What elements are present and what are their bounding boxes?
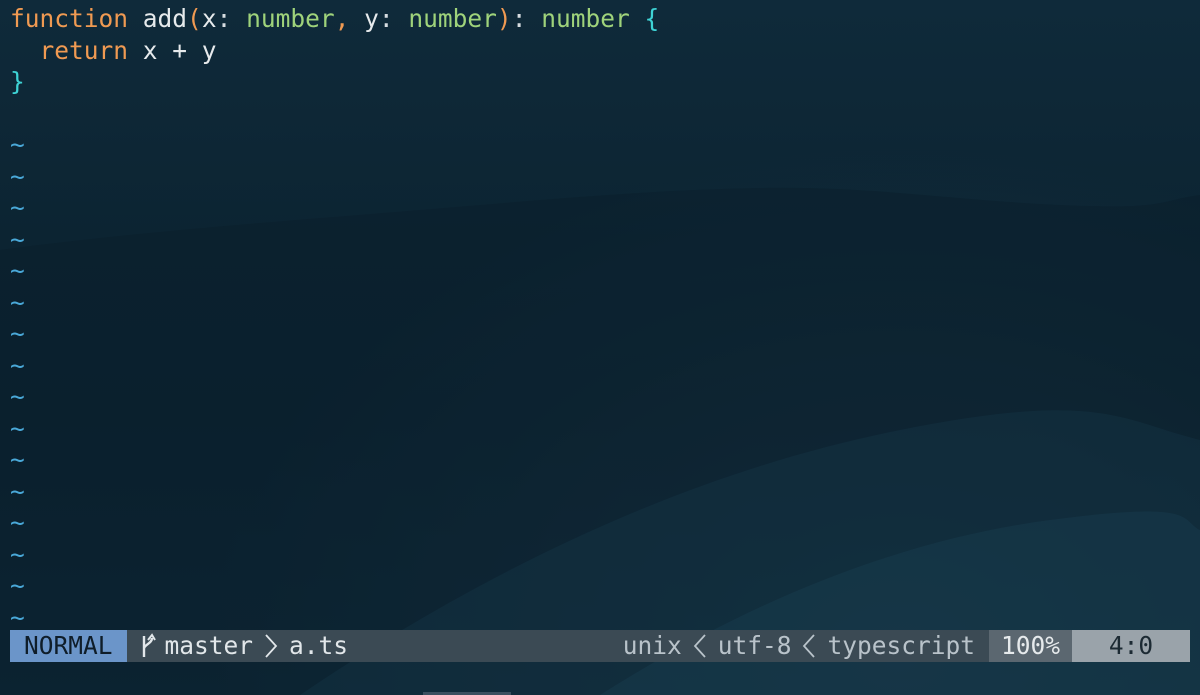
- code-token: ,: [334, 4, 365, 33]
- empty-line-tilde: ~: [10, 539, 25, 569]
- terminal-window: function add(x: number, y: number): numb…: [0, 0, 1200, 695]
- empty-line-tilde: ~: [10, 350, 25, 380]
- code-token: add: [142, 4, 188, 33]
- code-line[interactable]: function add(x: number, y: number): numb…: [10, 3, 1190, 35]
- empty-line-tilde: ~: [10, 571, 25, 600]
- empty-line-tilde: ~: [10, 130, 25, 159]
- code-token: }: [10, 67, 25, 96]
- empty-line-tilde: ~: [10, 193, 25, 222]
- empty-line-tilde: ~: [10, 602, 25, 632]
- file-type: typescript: [827, 631, 975, 660]
- file-name: a.ts: [289, 631, 349, 660]
- mode-indicator: NORMAL: [10, 630, 127, 662]
- statusline: NORMAL master a.ts unix utf-8 typescript: [10, 630, 1190, 662]
- file-encoding: utf-8: [717, 631, 792, 660]
- chevron-left-icon: [693, 634, 706, 658]
- code-token: function: [10, 4, 129, 33]
- branch-section: master a.ts: [127, 630, 349, 662]
- scroll-percent: 100%: [988, 630, 1072, 662]
- empty-line-tilde: ~: [10, 224, 25, 254]
- empty-line-tilde: ~: [10, 445, 25, 474]
- code-token: (: [187, 4, 202, 33]
- cursor-position: 4:0: [1072, 630, 1190, 662]
- git-branch-icon: [142, 633, 156, 657]
- empty-line-tilde: ~: [10, 413, 25, 443]
- empty-line-tilde: ~: [10, 508, 25, 537]
- code-token: ): [496, 4, 512, 33]
- code-token: x: [201, 4, 217, 33]
- code-token: number: [246, 4, 335, 33]
- code-token: :: [216, 4, 247, 33]
- file-format: unix: [622, 631, 682, 660]
- code-line[interactable]: return x + y: [10, 35, 1190, 67]
- code-token: number: [408, 4, 497, 33]
- code-token: y: [364, 4, 379, 33]
- code-token: number: [541, 4, 630, 33]
- code-line[interactable]: }: [10, 66, 1190, 98]
- chevron-right-icon: [265, 634, 278, 658]
- code-token: {: [644, 4, 660, 33]
- code-token: :: [378, 4, 409, 33]
- empty-line-tilde: ~: [10, 161, 25, 191]
- empty-line-tilde: ~: [10, 382, 25, 411]
- code-token: x + y: [128, 35, 217, 65]
- command-line[interactable]: [0, 664, 1200, 695]
- empty-line-tilde: ~: [10, 476, 25, 506]
- code-line[interactable]: [10, 98, 1190, 130]
- branch-name: master: [164, 631, 254, 660]
- empty-line-tilde: ~: [10, 287, 25, 317]
- chevron-left-icon: [803, 634, 816, 658]
- code-token: :: [511, 4, 542, 33]
- empty-line-tilde: ~: [10, 256, 25, 285]
- editor-buffer[interactable]: function add(x: number, y: number): numb…: [10, 3, 1190, 632]
- empty-line-tilde: ~: [10, 319, 25, 348]
- file-info-section: unix utf-8 typescript: [623, 630, 975, 662]
- code-token: return: [39, 35, 129, 65]
